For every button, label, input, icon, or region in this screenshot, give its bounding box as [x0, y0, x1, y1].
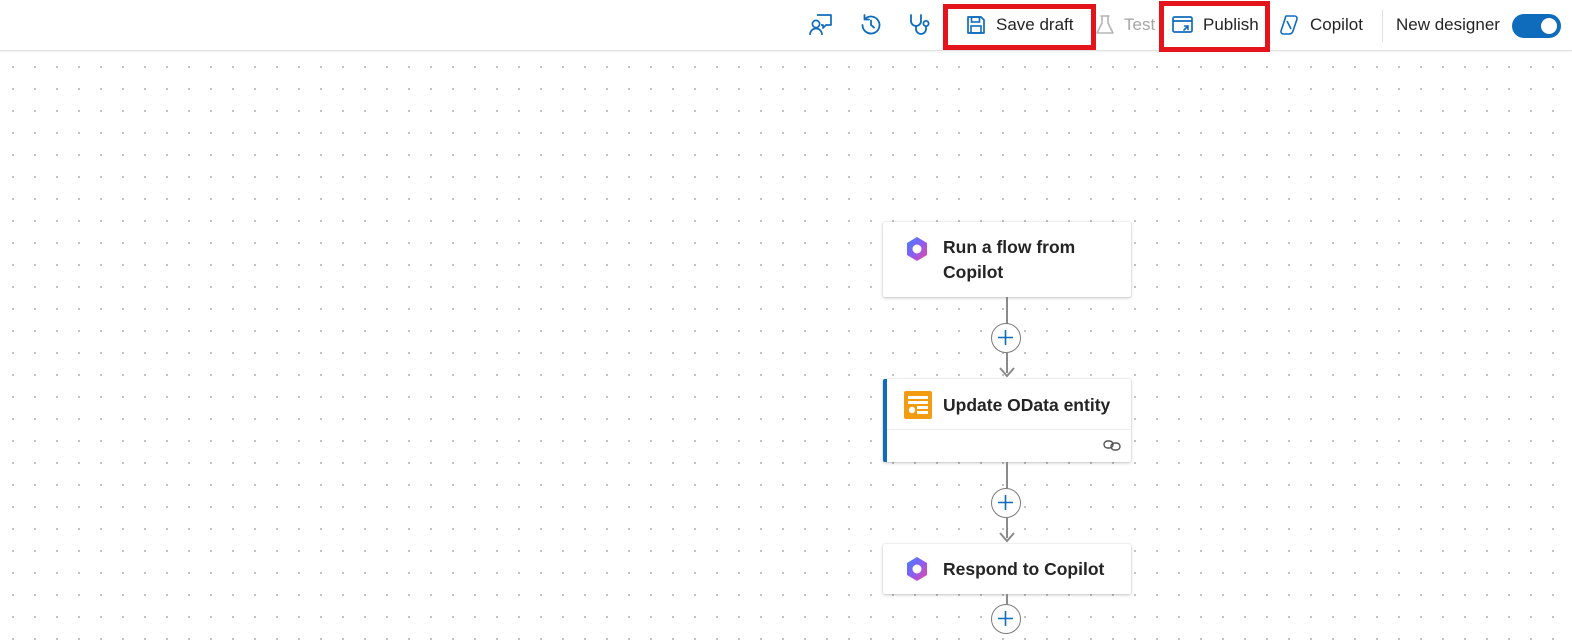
publish-icon	[1172, 16, 1193, 33]
flow-canvas[interactable]	[0, 51, 1572, 643]
copilot-studio-icon	[907, 237, 927, 261]
step-title-line1: Run a flow from	[943, 237, 1076, 257]
new-designer-label: New designer	[1396, 15, 1500, 34]
step-title: Update OData entity	[943, 395, 1111, 415]
connector-line	[1006, 594, 1008, 604]
step-card-run-flow-from-copilot[interactable]: Run a flow from Copilot	[883, 222, 1131, 297]
version-history-button[interactable]	[858, 0, 884, 50]
step-title-line2: Copilot	[943, 262, 1004, 282]
step-card-respond-to-copilot[interactable]: Respond to Copilot	[883, 544, 1131, 594]
publish-button[interactable]: Publish	[1171, 0, 1259, 50]
toolbar-divider	[1382, 10, 1383, 42]
copilot-button[interactable]: Copilot	[1277, 0, 1363, 50]
connector-line	[1006, 462, 1008, 488]
save-icon	[967, 16, 985, 34]
flow-checker-button[interactable]	[907, 0, 933, 50]
link-icon	[1103, 440, 1121, 451]
copilot-studio-icon	[907, 557, 927, 581]
card-divider	[887, 429, 1131, 430]
arrow-down-icon	[999, 367, 1015, 378]
connector-line	[1006, 297, 1008, 324]
arrow-down-icon	[999, 532, 1015, 543]
beaker-icon	[1096, 15, 1114, 34]
toggle-knob	[1541, 18, 1557, 34]
copilot-icon	[1280, 15, 1298, 35]
feedback-button[interactable]	[808, 0, 834, 50]
new-designer-toggle[interactable]	[1512, 14, 1561, 38]
add-step-button[interactable]	[991, 604, 1021, 634]
odata-icon	[904, 391, 932, 419]
plus-icon	[998, 330, 1013, 345]
plus-icon	[998, 495, 1013, 510]
test-label: Test	[1124, 15, 1156, 34]
test-button[interactable]: Test	[1095, 0, 1155, 50]
save-draft-label: Save draft	[996, 15, 1074, 34]
plus-icon	[998, 611, 1013, 626]
stethoscope-icon	[910, 14, 930, 35]
designer-toolbar: Save draft Test Publish Copilot New desi…	[0, 0, 1572, 52]
step-title: Respond to Copilot	[943, 559, 1105, 579]
step-card-update-odata-entity[interactable]: Update OData entity	[883, 379, 1131, 462]
copilot-label: Copilot	[1310, 15, 1363, 34]
add-step-button[interactable]	[991, 323, 1021, 353]
person-feedback-icon	[809, 14, 832, 36]
publish-label: Publish	[1203, 15, 1259, 34]
history-icon	[861, 14, 881, 35]
add-step-button[interactable]	[991, 488, 1021, 518]
save-draft-button[interactable]: Save draft	[965, 0, 1074, 50]
